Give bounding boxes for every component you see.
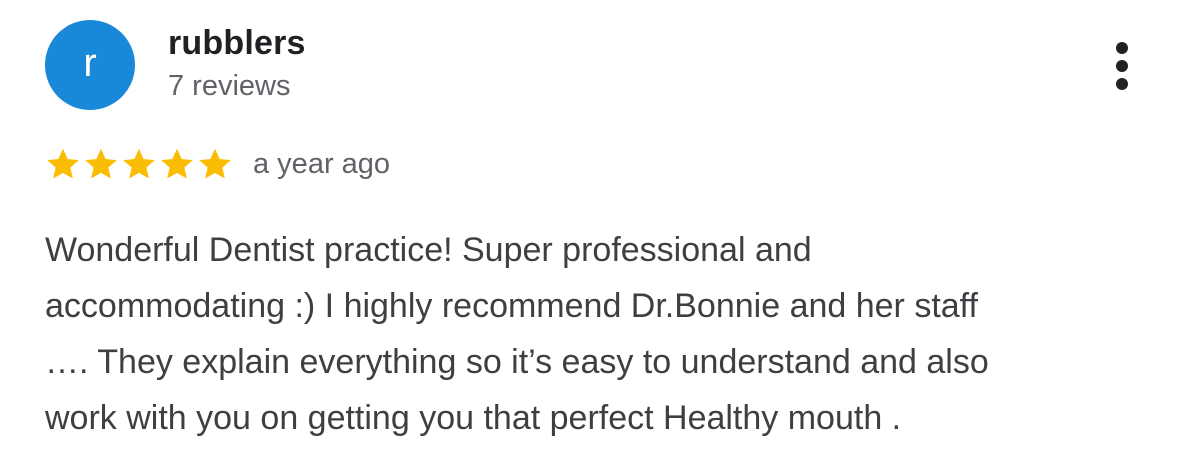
review-text: Wonderful Dentist practice! Super profes… (45, 231, 989, 437)
review-card: r rubblers 7 reviews a year ago Wonderfu… (0, 0, 1200, 451)
review-date: a year ago (253, 147, 391, 180)
star-icon (123, 148, 155, 179)
star-icon (85, 148, 117, 179)
more-vert-icon (1116, 42, 1128, 54)
reviewer-name[interactable]: rubblers (168, 24, 306, 63)
more-vert-icon-dot (1116, 60, 1128, 72)
avatar[interactable]: r (45, 20, 135, 110)
star-rating (45, 146, 233, 182)
more-vert-icon-dot (1116, 78, 1128, 90)
rating-row: a year ago (45, 145, 390, 183)
star-icon (47, 148, 79, 179)
star-icon (199, 148, 231, 179)
star-icon (161, 148, 193, 179)
avatar-letter: r (83, 41, 97, 85)
review-count[interactable]: 7 reviews (168, 70, 291, 103)
more-options-button[interactable] (1100, 38, 1144, 94)
